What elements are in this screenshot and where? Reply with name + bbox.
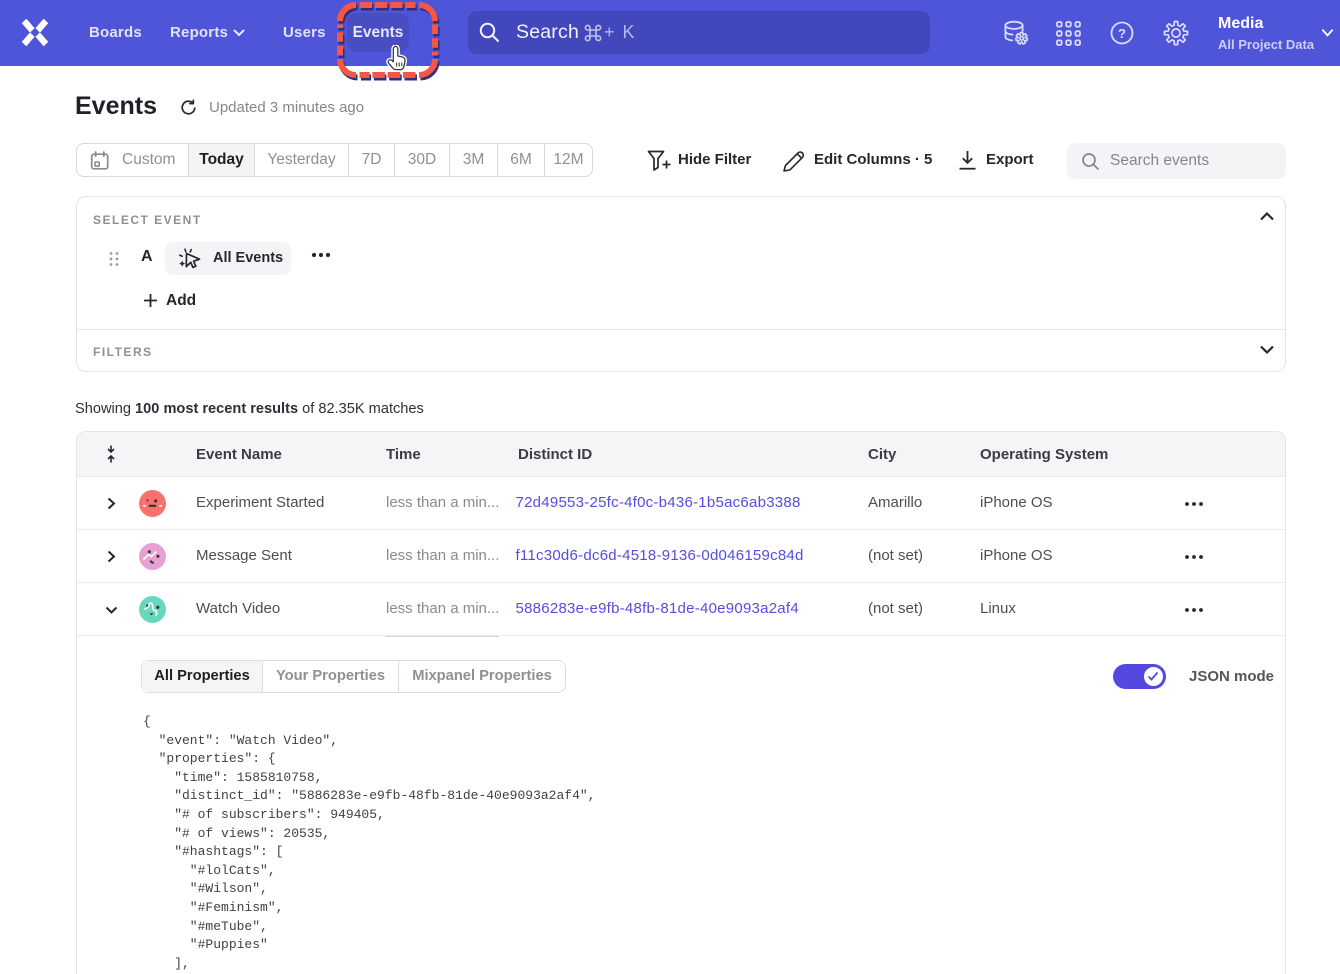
svg-text:?: ? — [1118, 26, 1126, 41]
